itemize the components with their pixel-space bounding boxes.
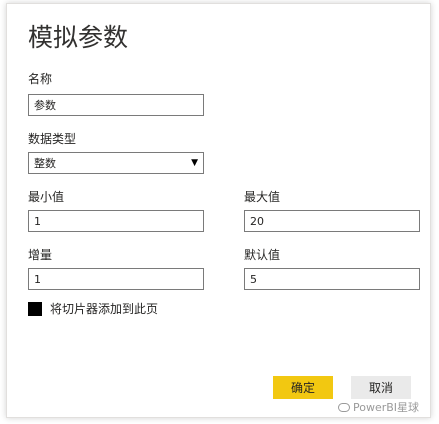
name-input[interactable] — [28, 94, 204, 116]
ok-button[interactable]: 确定 — [273, 376, 333, 399]
name-label: 名称 — [28, 72, 53, 86]
watermark-text: PowerBI星球 — [353, 401, 420, 414]
what-if-parameter-dialog: 模拟参数 名称 数据类型 整数 ▼ 最小值 最大值 增量 默认值 将切片器添加到… — [6, 3, 431, 418]
add-slicer-label: 将切片器添加到此页 — [50, 302, 159, 316]
data-type-selected: 整数 — [34, 157, 56, 170]
step-label: 增量 — [28, 248, 53, 262]
chat-bubble-icon — [338, 402, 350, 412]
min-label: 最小值 — [28, 190, 65, 204]
default-input[interactable] — [244, 268, 420, 290]
default-label: 默认值 — [244, 248, 281, 262]
dialog-title: 模拟参数 — [28, 23, 129, 52]
chevron-down-icon: ▼ — [191, 158, 198, 168]
max-input[interactable] — [244, 210, 420, 232]
watermark: PowerBI星球 — [338, 399, 419, 415]
data-type-label: 数据类型 — [28, 132, 77, 146]
data-type-dropdown[interactable]: 整数 ▼ — [28, 152, 204, 174]
min-input[interactable] — [28, 210, 204, 232]
add-slicer-checkbox[interactable] — [28, 301, 42, 316]
step-input[interactable] — [28, 268, 204, 290]
cancel-button[interactable]: 取消 — [351, 376, 411, 399]
add-slicer-option[interactable]: 将切片器添加到此页 — [28, 300, 158, 317]
max-label: 最大值 — [244, 190, 281, 204]
